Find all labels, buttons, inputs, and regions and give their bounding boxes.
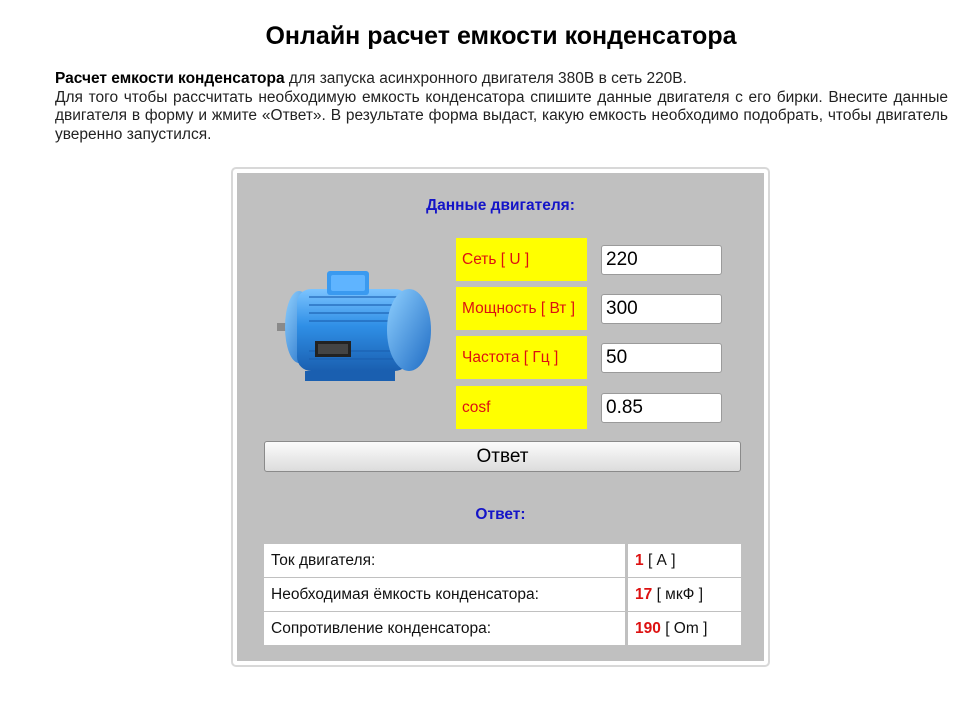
- intro-text: Расчет емкости конденсатора для запуска …: [55, 70, 948, 144]
- answer-button[interactable]: Ответ: [264, 441, 741, 472]
- table-row: Сопротивление конденсатора: 190 [ Om ]: [264, 612, 741, 645]
- cosf-input[interactable]: [601, 393, 722, 423]
- field-label-frequency: Частота [ Гц ]: [456, 336, 587, 379]
- electric-motor-image: [277, 271, 431, 381]
- engine-data-heading: Данные двигателя:: [426, 197, 575, 214]
- result-number: 1: [635, 552, 644, 569]
- power-input[interactable]: [601, 294, 722, 324]
- result-value-capacitance: 17 [ мкФ ]: [628, 578, 741, 611]
- intro-line-2: Для того чтобы рассчитать необходимую ем…: [55, 88, 948, 143]
- result-unit: [ А ]: [647, 552, 676, 569]
- answer-heading: Ответ:: [475, 506, 526, 523]
- intro-line-1: Расчет емкости конденсатора для запуска …: [55, 70, 948, 89]
- calculator-panel: Данные двигателя: Сеть [U] 220 Мощност…: [231, 167, 770, 667]
- field-label-power: Мощность [ Вт ]: [456, 287, 587, 330]
- result-unit: [ Om ]: [665, 620, 708, 637]
- intro-rest: для запуска асинхронного двигателя 380В …: [284, 70, 687, 87]
- calculator-panel-body: Данные двигателя: Сеть [U] 220 Мощност…: [237, 173, 764, 661]
- intro-bold: Расчет емкости конденсатора: [55, 70, 285, 87]
- table-row: Ток двигателя: 1 [ А ]: [264, 544, 741, 577]
- field-label-cosf: cosf: [456, 386, 587, 429]
- result-value-resistance: 190 [ Om ]: [628, 612, 741, 645]
- field-label-voltage: Сеть [ U ]: [456, 238, 587, 281]
- result-number: 17: [635, 586, 653, 603]
- result-value-current: 1 [ А ]: [628, 544, 741, 577]
- voltage-input[interactable]: [601, 245, 722, 275]
- result-unit: [ мкФ ]: [656, 586, 704, 603]
- result-label-resistance: Сопротивление конденсатора:: [264, 612, 625, 645]
- frequency-input[interactable]: [601, 343, 722, 373]
- result-label-current: Ток двигателя:: [264, 544, 625, 577]
- result-label-capacitance: Необходимая ёмкость конденсатора:: [264, 578, 625, 611]
- results-table: Ток двигателя: 1 [ А ] Необходимая ёмкос…: [264, 544, 741, 646]
- result-number: 190: [635, 620, 661, 637]
- table-row: Необходимая ёмкость конденсатора: 17 [ м…: [264, 578, 741, 611]
- page-title: Онлайн расчет емкости конденсатора: [265, 22, 737, 50]
